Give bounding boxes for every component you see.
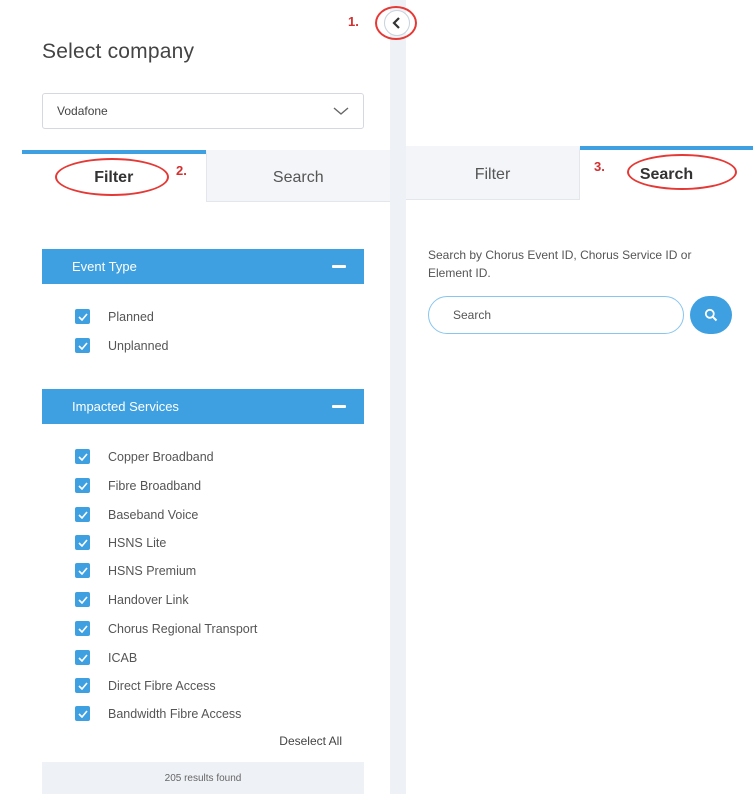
search-button[interactable]: [690, 296, 732, 334]
annotation-number: 1.: [348, 14, 359, 29]
checkbox-label: Bandwidth Fibre Access: [108, 706, 242, 721]
checkbox-service[interactable]: HSNS Premium: [75, 563, 196, 578]
results-count: 205 results found: [42, 762, 364, 794]
checkbox-service[interactable]: HSNS Lite: [75, 535, 166, 550]
checkbox-unplanned[interactable]: Unplanned: [75, 338, 168, 353]
annotation-circle: [375, 6, 417, 40]
checkbox-checked-icon[interactable]: [75, 592, 90, 607]
checkbox-label: Baseband Voice: [108, 507, 199, 522]
checkbox-service[interactable]: Baseband Voice: [75, 507, 198, 522]
event-type-title: Event Type: [72, 259, 137, 274]
checkbox-service[interactable]: Handover Link: [75, 592, 189, 607]
search-panel: Filter Search Search by Chorus Event ID,…: [406, 0, 753, 794]
checkbox-label: Unplanned: [108, 338, 169, 353]
tab-filter[interactable]: Filter: [406, 146, 580, 200]
tab-search-label: Search: [272, 168, 324, 186]
checkbox-label: HSNS Premium: [108, 563, 197, 578]
search-icon: [704, 308, 718, 322]
checkbox-planned[interactable]: Planned: [75, 309, 154, 324]
checkbox-service[interactable]: Fibre Broadband: [75, 478, 201, 493]
deselect-all-link[interactable]: Deselect All: [279, 734, 342, 748]
filter-panel: Select company Vodafone Filter Search Ev…: [0, 0, 390, 794]
checkbox-service[interactable]: Direct Fibre Access: [75, 678, 216, 693]
search-description: Search by Chorus Event ID, Chorus Servic…: [428, 248, 692, 280]
collapse-minus-icon[interactable]: [332, 405, 346, 408]
event-type-header[interactable]: Event Type: [42, 249, 364, 284]
checkbox-checked-icon[interactable]: [75, 338, 90, 353]
checkbox-checked-icon[interactable]: [75, 678, 90, 693]
checkbox-service[interactable]: Chorus Regional Transport: [75, 621, 257, 636]
company-select-value: Vodafone: [57, 104, 108, 118]
checkbox-service[interactable]: ICAB: [75, 650, 137, 665]
checkbox-label: Fibre Broadband: [108, 478, 202, 493]
annotation-circle: [627, 154, 737, 190]
checkbox-label: HSNS Lite: [108, 535, 167, 550]
impacted-services-header[interactable]: Impacted Services: [42, 389, 364, 424]
checkbox-checked-icon[interactable]: [75, 650, 90, 665]
checkbox-checked-icon[interactable]: [75, 449, 90, 464]
checkbox-checked-icon[interactable]: [75, 507, 90, 522]
checkbox-label: Direct Fibre Access: [108, 678, 216, 693]
checkbox-label: Chorus Regional Transport: [108, 621, 258, 636]
checkbox-checked-icon[interactable]: [75, 309, 90, 324]
page-title: Select company: [42, 40, 195, 63]
checkbox-checked-icon[interactable]: [75, 478, 90, 493]
checkbox-service[interactable]: Copper Broadband: [75, 449, 214, 464]
tab-filter-label: Filter: [474, 165, 511, 183]
panel-divider: [390, 0, 406, 794]
annotation-circle: [55, 158, 169, 196]
checkbox-label: Copper Broadband: [108, 449, 214, 464]
checkbox-label: Planned: [108, 309, 154, 324]
tab-search[interactable]: Search: [205, 150, 390, 202]
checkbox-checked-icon[interactable]: [75, 563, 90, 578]
company-select[interactable]: Vodafone: [42, 93, 364, 129]
annotation-number: 2.: [176, 163, 187, 178]
search-input[interactable]: [428, 296, 684, 334]
checkbox-checked-icon[interactable]: [75, 535, 90, 550]
checkbox-label: Handover Link: [108, 592, 189, 607]
checkbox-label: ICAB: [108, 650, 138, 665]
annotation-number: 3.: [594, 159, 605, 174]
checkbox-checked-icon[interactable]: [75, 706, 90, 721]
checkbox-service[interactable]: Bandwidth Fibre Access: [75, 706, 241, 721]
results-count-text: 205 results found: [164, 772, 242, 784]
collapse-minus-icon[interactable]: [332, 265, 346, 268]
chevron-down-icon: [333, 107, 349, 115]
impacted-services-title: Impacted Services: [72, 399, 179, 414]
checkbox-checked-icon[interactable]: [75, 621, 90, 636]
